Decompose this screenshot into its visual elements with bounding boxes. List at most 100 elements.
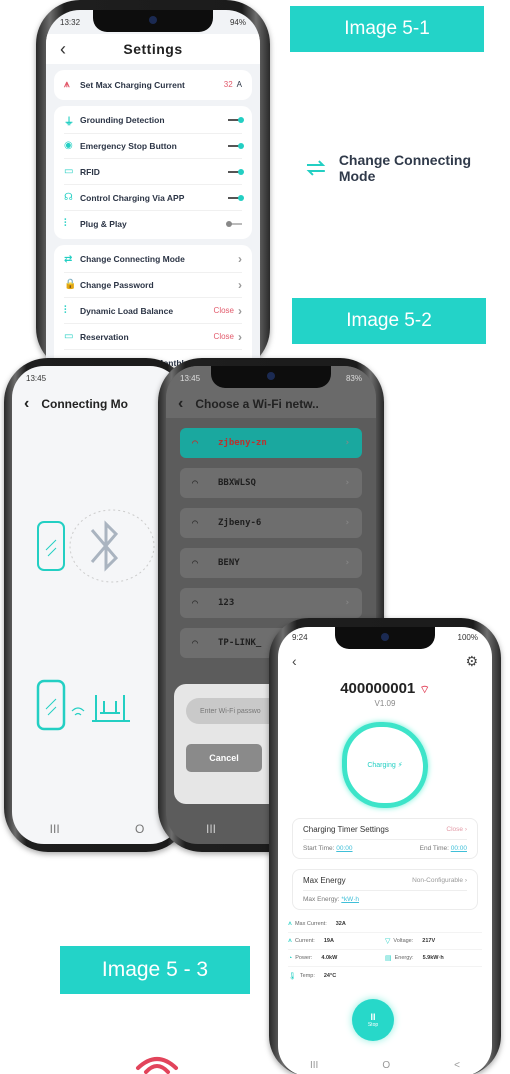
image-label-5-3: Image 5 - 3: [60, 946, 250, 994]
home-button[interactable]: O: [382, 1060, 390, 1071]
timer-body: Start Time: 00:00 End Time: 00:00: [303, 840, 467, 852]
wifi-network-item[interactable]: ◠ BENY ›: [180, 548, 362, 578]
toggle-switch[interactable]: [228, 117, 244, 124]
toggle-switch[interactable]: [228, 142, 244, 149]
power-stat: ◔ Power: 4.0kW: [288, 955, 385, 962]
wifi-network-item[interactable]: ◠ zjbeny-zn ›: [180, 428, 362, 458]
end-value: 00:00: [450, 845, 467, 852]
notch: [93, 10, 213, 32]
chevron-right-icon: ›: [344, 518, 350, 528]
energy-label: Max Energy:: [303, 896, 340, 903]
back-icon[interactable]: ‹: [178, 395, 183, 413]
settings-header: ‹ Settings: [46, 34, 260, 64]
nav-bar: III O <: [278, 1054, 492, 1074]
setting-icon: ▭: [64, 166, 74, 178]
wifi-signal-icon: ◠: [192, 437, 199, 449]
stats-row: ⩚ Max Current: 32A: [288, 916, 482, 933]
clock: 9:24: [292, 632, 308, 642]
recents-button[interactable]: III: [310, 1060, 318, 1071]
bluetooth-mode-illustration[interactable]: [12, 486, 182, 606]
page-title: Choose a Wi-Fi netw..: [195, 397, 319, 411]
setting-icon: ☊: [64, 192, 73, 204]
recents-button[interactable]: III: [206, 822, 216, 836]
max-current-stat: ⩚ Max Current: 32A: [288, 920, 482, 928]
stat-label: Voltage:: [393, 938, 414, 944]
timer-state: Close ›: [446, 826, 467, 833]
stat-value: 217V: [422, 938, 436, 944]
current-icon: ⩚: [64, 79, 70, 91]
device-id-text: 400000001: [340, 680, 416, 697]
toggle-switch[interactable]: [226, 220, 242, 227]
wifi-icon: [136, 1057, 178, 1074]
row-label: Change Password: [80, 279, 154, 290]
network-name: Zjbeny-6: [218, 518, 262, 528]
back-icon[interactable]: ‹: [292, 653, 297, 670]
firmware-version: V1.09: [374, 699, 396, 708]
device-id: 400000001 ⌔: [278, 680, 492, 697]
setting-icon: ▭: [64, 331, 74, 343]
wifi-network-item[interactable]: ◠ 123 ›: [180, 588, 362, 618]
network-name: 123: [218, 598, 235, 608]
row-label: RFID: [80, 166, 100, 177]
toggle-switch[interactable]: [228, 168, 244, 175]
row-label: Change Connecting Mode: [80, 254, 185, 265]
toggle-row: ▭ RFID: [64, 159, 244, 186]
timer-settings-box[interactable]: Charging Timer Settings Close › Start Ti…: [292, 818, 478, 859]
wifi-network-item[interactable]: ◠ Zjbeny-6 ›: [180, 508, 362, 538]
camera: [381, 633, 389, 641]
stop-button[interactable]: II Stop: [352, 999, 394, 1041]
toggle-switch[interactable]: [228, 194, 244, 201]
clock: 13:32: [60, 17, 81, 27]
stat-label: Temp:: [299, 972, 315, 979]
back-icon[interactable]: ‹: [24, 395, 29, 413]
link-row[interactable]: ▭ Reservation Close ›: [64, 324, 242, 350]
timer-state-text: Close: [446, 826, 464, 833]
setting-icon: ⇄: [64, 253, 73, 265]
toggle-row: ⏚ Grounding Detection: [64, 108, 244, 134]
home-button[interactable]: O: [135, 822, 144, 836]
row-label: Set Max Charging Current: [80, 79, 185, 90]
charging-phone: 9:24 100% ‹ ⚙ 400000001 ⌔ V1.09 Charging…: [269, 618, 501, 1074]
notch: [211, 366, 331, 388]
energy-body: Max Energy: *kW·h: [303, 891, 467, 903]
stat-value: 24°C: [323, 972, 337, 979]
temp-stat: 🌡 Temp: 24°C: [288, 972, 482, 980]
setting-icon: ⫶: [64, 305, 67, 317]
switch-arrows-icon: [306, 160, 326, 176]
start-value: 00:00: [336, 845, 353, 852]
link-row[interactable]: ⇄ Change Connecting Mode ›: [64, 247, 242, 273]
page-title: Settings: [123, 41, 183, 57]
page-title: Connecting Mo: [41, 397, 128, 411]
settings-screen: 13:32 94% ‹ Settings ⩚ Set Max Charging …: [46, 10, 260, 372]
charging-status: Charging ⚡: [350, 730, 420, 800]
timer-header: Charging Timer Settings Close ›: [303, 825, 467, 840]
link-row[interactable]: ⫶ Dynamic Load Balance Close ›: [64, 298, 242, 325]
energy-header: Max Energy Non-Configurable ›: [303, 876, 467, 891]
current-icon: ⩚: [288, 920, 292, 927]
back-button[interactable]: <: [454, 1060, 460, 1071]
energy-title: Max Energy: [303, 876, 346, 885]
wifi-signal-icon: ⌔: [419, 684, 430, 696]
end-label: End Time:: [419, 845, 449, 852]
pause-icon: II: [370, 1012, 376, 1022]
gear-icon[interactable]: ⚙: [465, 653, 478, 670]
back-icon[interactable]: ‹: [60, 39, 100, 60]
toggle-row: ◉ Emergency Stop Button: [64, 134, 244, 160]
network-name: BENY: [218, 558, 240, 568]
wifi-signal-icon: ◠: [192, 597, 199, 609]
max-energy-box[interactable]: Max Energy Non-Configurable › Max Energy…: [292, 869, 478, 910]
wifi-mode-illustration[interactable]: [12, 671, 182, 751]
link-row[interactable]: 🔒 Change Password ›: [64, 273, 242, 299]
wifi-network-item[interactable]: ◠ BBXWLSQ ›: [180, 468, 362, 498]
setting-icon: ⏚: [64, 116, 74, 128]
set-max-current-row[interactable]: ⩚ Set Max Charging Current 32 A: [64, 72, 242, 98]
recents-button[interactable]: III: [50, 822, 60, 836]
wifi-signal-icon: ◠: [192, 637, 199, 649]
stats-grid: ⩚ Max Current: 32A ⩚ Current: 19A ▽ Voltage: 2…: [288, 916, 482, 984]
chevron-right-icon: ›: [344, 598, 350, 608]
setting-icon: 🔒: [64, 279, 77, 291]
battery: 100%: [457, 632, 478, 642]
cancel-button[interactable]: Cancel: [186, 744, 262, 772]
stat-value: 19A: [323, 938, 334, 944]
stat-label: Current:: [294, 938, 315, 944]
